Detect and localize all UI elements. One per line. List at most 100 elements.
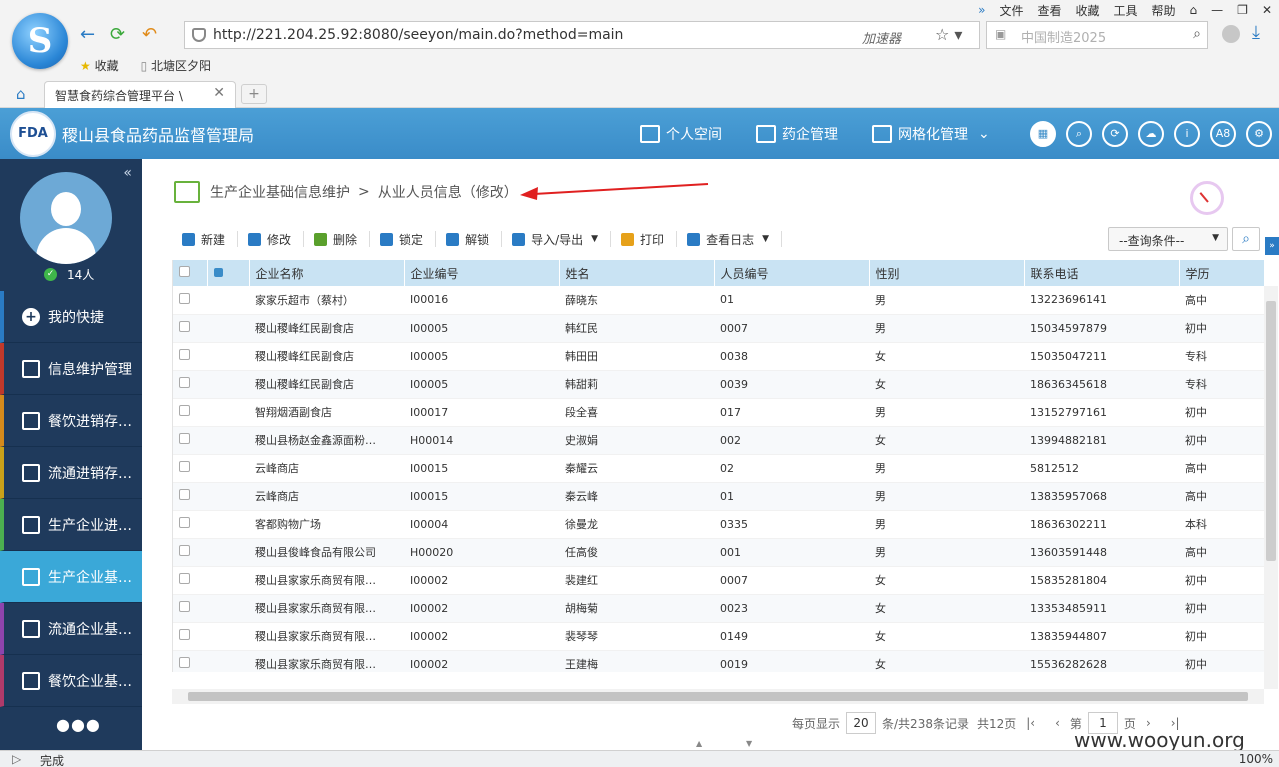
lock-button[interactable]: 锁定 [380, 231, 437, 247]
info-icon[interactable]: i [1174, 121, 1200, 147]
back-icon[interactable]: ← [80, 24, 95, 46]
sidebar-item-circulation-basic[interactable]: 流通企业基… [0, 603, 142, 655]
query-search-button[interactable]: ⌕ [1232, 227, 1260, 251]
edit-button[interactable]: 修改 [248, 231, 305, 247]
query-condition-select[interactable]: --查询条件-- ▼ [1108, 227, 1228, 251]
horizontal-scrollbar[interactable] [172, 689, 1264, 704]
row-checkbox[interactable] [173, 370, 207, 399]
sidebar-item-my-shortcuts[interactable]: + 我的快捷 [0, 291, 142, 343]
row-checkbox[interactable] [173, 426, 207, 455]
expand-panel-icon[interactable]: » [1265, 237, 1279, 255]
browser-search-box[interactable]: ▣ 中国制造2025 ⌕ [986, 21, 1208, 49]
row-checkbox[interactable] [173, 286, 207, 315]
row-checkbox[interactable] [173, 622, 207, 651]
gear-icon[interactable]: ⚙ [1246, 121, 1272, 147]
avatar[interactable] [20, 172, 112, 264]
col-staff-code[interactable]: 人员编号 [714, 260, 870, 286]
nav-grid-management[interactable]: 网格化管理 ⌄ [872, 124, 990, 144]
sidebar-item-catering-inventory[interactable]: 餐饮进销存… [0, 395, 142, 447]
menu-more-icon[interactable]: » [978, 3, 985, 17]
user-icon[interactable] [1222, 25, 1240, 43]
table-row[interactable]: 客都购物广场 I00004 徐曼龙 0335 男 18636302211 本科 [173, 510, 1264, 539]
print-button[interactable]: 打印 [621, 231, 678, 247]
minimize-icon[interactable]: — [1211, 3, 1223, 17]
windows-icon[interactable]: ▦ [1030, 121, 1056, 147]
col-phone[interactable]: 联系电话 [1024, 260, 1180, 286]
table-row[interactable]: 稷山县家家乐商贸有限… I00002 裴建红 0007 女 15835281804 初中 [173, 566, 1264, 595]
col-gender[interactable]: 性别 [869, 260, 1025, 286]
menu-help[interactable]: 帮助 [1152, 2, 1176, 19]
url-text[interactable]: http://221.204.25.92:8080/seeyon/main.do… [213, 27, 623, 43]
sidebar-toggle-icon[interactable]: ▷ [12, 752, 21, 766]
unlock-button[interactable]: 解锁 [446, 231, 503, 247]
breadcrumb-parent[interactable]: 生产企业基础信息维护 [210, 182, 350, 202]
collapse-sidebar-icon[interactable]: « [123, 165, 132, 181]
row-checkbox[interactable] [173, 566, 207, 595]
nav-pharma-management[interactable]: 药企管理 [756, 124, 838, 144]
row-checkbox[interactable] [173, 510, 207, 539]
table-row[interactable]: 稷山县家家乐商贸有限… I00002 王建梅 0019 女 15536282628 初中 [173, 650, 1264, 672]
table-row[interactable]: 稷山稷峰红民副食店 I00005 韩甜莉 0039 女 18636345618 专科 [173, 370, 1264, 399]
table-row[interactable]: 云峰商店 I00015 秦云峰 01 男 13835957068 高中 [173, 482, 1264, 511]
menu-view[interactable]: 查看 [1037, 2, 1061, 19]
refresh-icon[interactable]: ⟳ [110, 24, 125, 46]
table-row[interactable]: 稷山县家家乐商贸有限… I00002 胡梅菊 0023 女 13353485911 初中 [173, 594, 1264, 623]
row-checkbox[interactable] [173, 454, 207, 483]
vertical-scrollbar[interactable] [1264, 286, 1278, 689]
table-row[interactable]: 稷山县家家乐商贸有限… I00002 裴琴琴 0149 女 13835944807 初中 [173, 622, 1264, 651]
col-name[interactable]: 姓名 [559, 260, 715, 286]
col-education[interactable]: 学历 [1179, 260, 1264, 286]
col-company-code[interactable]: 企业编号 [404, 260, 560, 286]
select-all-checkbox[interactable] [173, 260, 208, 286]
table-row[interactable]: 稷山稷峰红民副食店 I00005 韩红民 0007 男 15034597879 初中 [173, 314, 1264, 343]
undo-icon[interactable]: ↶ [142, 24, 157, 46]
menu-favorites[interactable]: 收藏 [1076, 2, 1100, 19]
accelerator-label[interactable]: 加速器 [862, 28, 901, 47]
table-row[interactable]: 云峰商店 I00015 秦耀云 02 男 5812512 高中 [173, 454, 1264, 483]
skin-icon[interactable]: ⌂ [1190, 3, 1198, 17]
restore-icon[interactable]: ❐ [1237, 3, 1248, 17]
delete-button[interactable]: 删除 [314, 231, 371, 247]
per-page-input[interactable]: 20 [846, 712, 877, 734]
first-page-icon[interactable]: |‹ [1026, 716, 1035, 730]
download-icon[interactable]: ⤓ [1252, 22, 1260, 43]
more-dots[interactable]: ●●● [56, 715, 101, 734]
row-checkbox[interactable] [173, 594, 207, 623]
close-window-icon[interactable]: ✕ [1262, 3, 1272, 17]
sync-icon[interactable]: ⟳ [1102, 121, 1128, 147]
new-button[interactable]: 新建 [182, 231, 239, 247]
chat-icon[interactable]: ☁ [1138, 121, 1164, 147]
sidebar-item-catering-basic[interactable]: 餐饮企业基… [0, 655, 142, 707]
menu-file[interactable]: 文件 [999, 2, 1023, 19]
col-company-name[interactable]: 企业名称 [249, 260, 405, 286]
row-checkbox[interactable] [173, 482, 207, 511]
table-row[interactable]: 稷山稷峰红民副食店 I00005 韩田田 0038 女 15035047211 专科 [173, 342, 1264, 371]
import-export-button[interactable]: 导入/导出 ▼ [512, 231, 612, 247]
sidebar-item-production-inventory[interactable]: 生产企业进… [0, 499, 142, 551]
prev-page-icon[interactable]: ‹ [1055, 716, 1060, 730]
table-row[interactable]: 稷山县杨赵金鑫源面粉… H00014 史淑娟 002 女 13994882181 初中 [173, 426, 1264, 455]
table-row[interactable]: 家家乐超市（蔡村） I00016 薛晓东 01 男 13223696141 高中 [173, 286, 1264, 315]
star-icon[interactable]: ☆ ▾ [935, 25, 962, 44]
zoom-level[interactable]: 100% [1239, 752, 1273, 766]
nav-personal-space[interactable]: 个人空间 [640, 124, 722, 144]
caret-up-icon[interactable]: ▲ [696, 739, 702, 748]
table-row[interactable]: 智翔烟酒副食店 I00017 段全喜 017 男 13152797161 初中 [173, 398, 1264, 427]
row-checkbox[interactable] [173, 314, 207, 343]
chevron-down-icon[interactable]: ⌄ [978, 126, 990, 142]
online-count[interactable]: ✓ 14人 [44, 266, 94, 283]
new-tab-button[interactable]: + [241, 84, 267, 104]
a8-icon[interactable]: A8 [1210, 121, 1236, 147]
sidebar-item-production-basic[interactable]: 生产企业基… [0, 551, 142, 603]
bookmark-beitang[interactable]: ▯ 北塘区夕阳 [141, 57, 211, 74]
menu-tools[interactable]: 工具 [1114, 2, 1138, 19]
row-checkbox[interactable] [173, 650, 207, 672]
address-bar[interactable]: http://221.204.25.92:8080/seeyon/main.do… [184, 21, 980, 49]
sidebar-item-circulation-inventory[interactable]: 流通进销存… [0, 447, 142, 499]
panel-toggle[interactable]: ▲ ▼ [676, 739, 796, 749]
row-checkbox[interactable] [173, 342, 207, 371]
table-row[interactable]: 稷山县俊峰食品有限公司 H00020 任高俊 001 男 13603591448 高中 [173, 538, 1264, 567]
close-tab-icon[interactable]: ✕ [213, 85, 225, 101]
tab-current[interactable]: 智慧食药综合管理平台 \ ✕ [44, 81, 236, 108]
search-icon[interactable]: ⌕ [1066, 121, 1092, 147]
